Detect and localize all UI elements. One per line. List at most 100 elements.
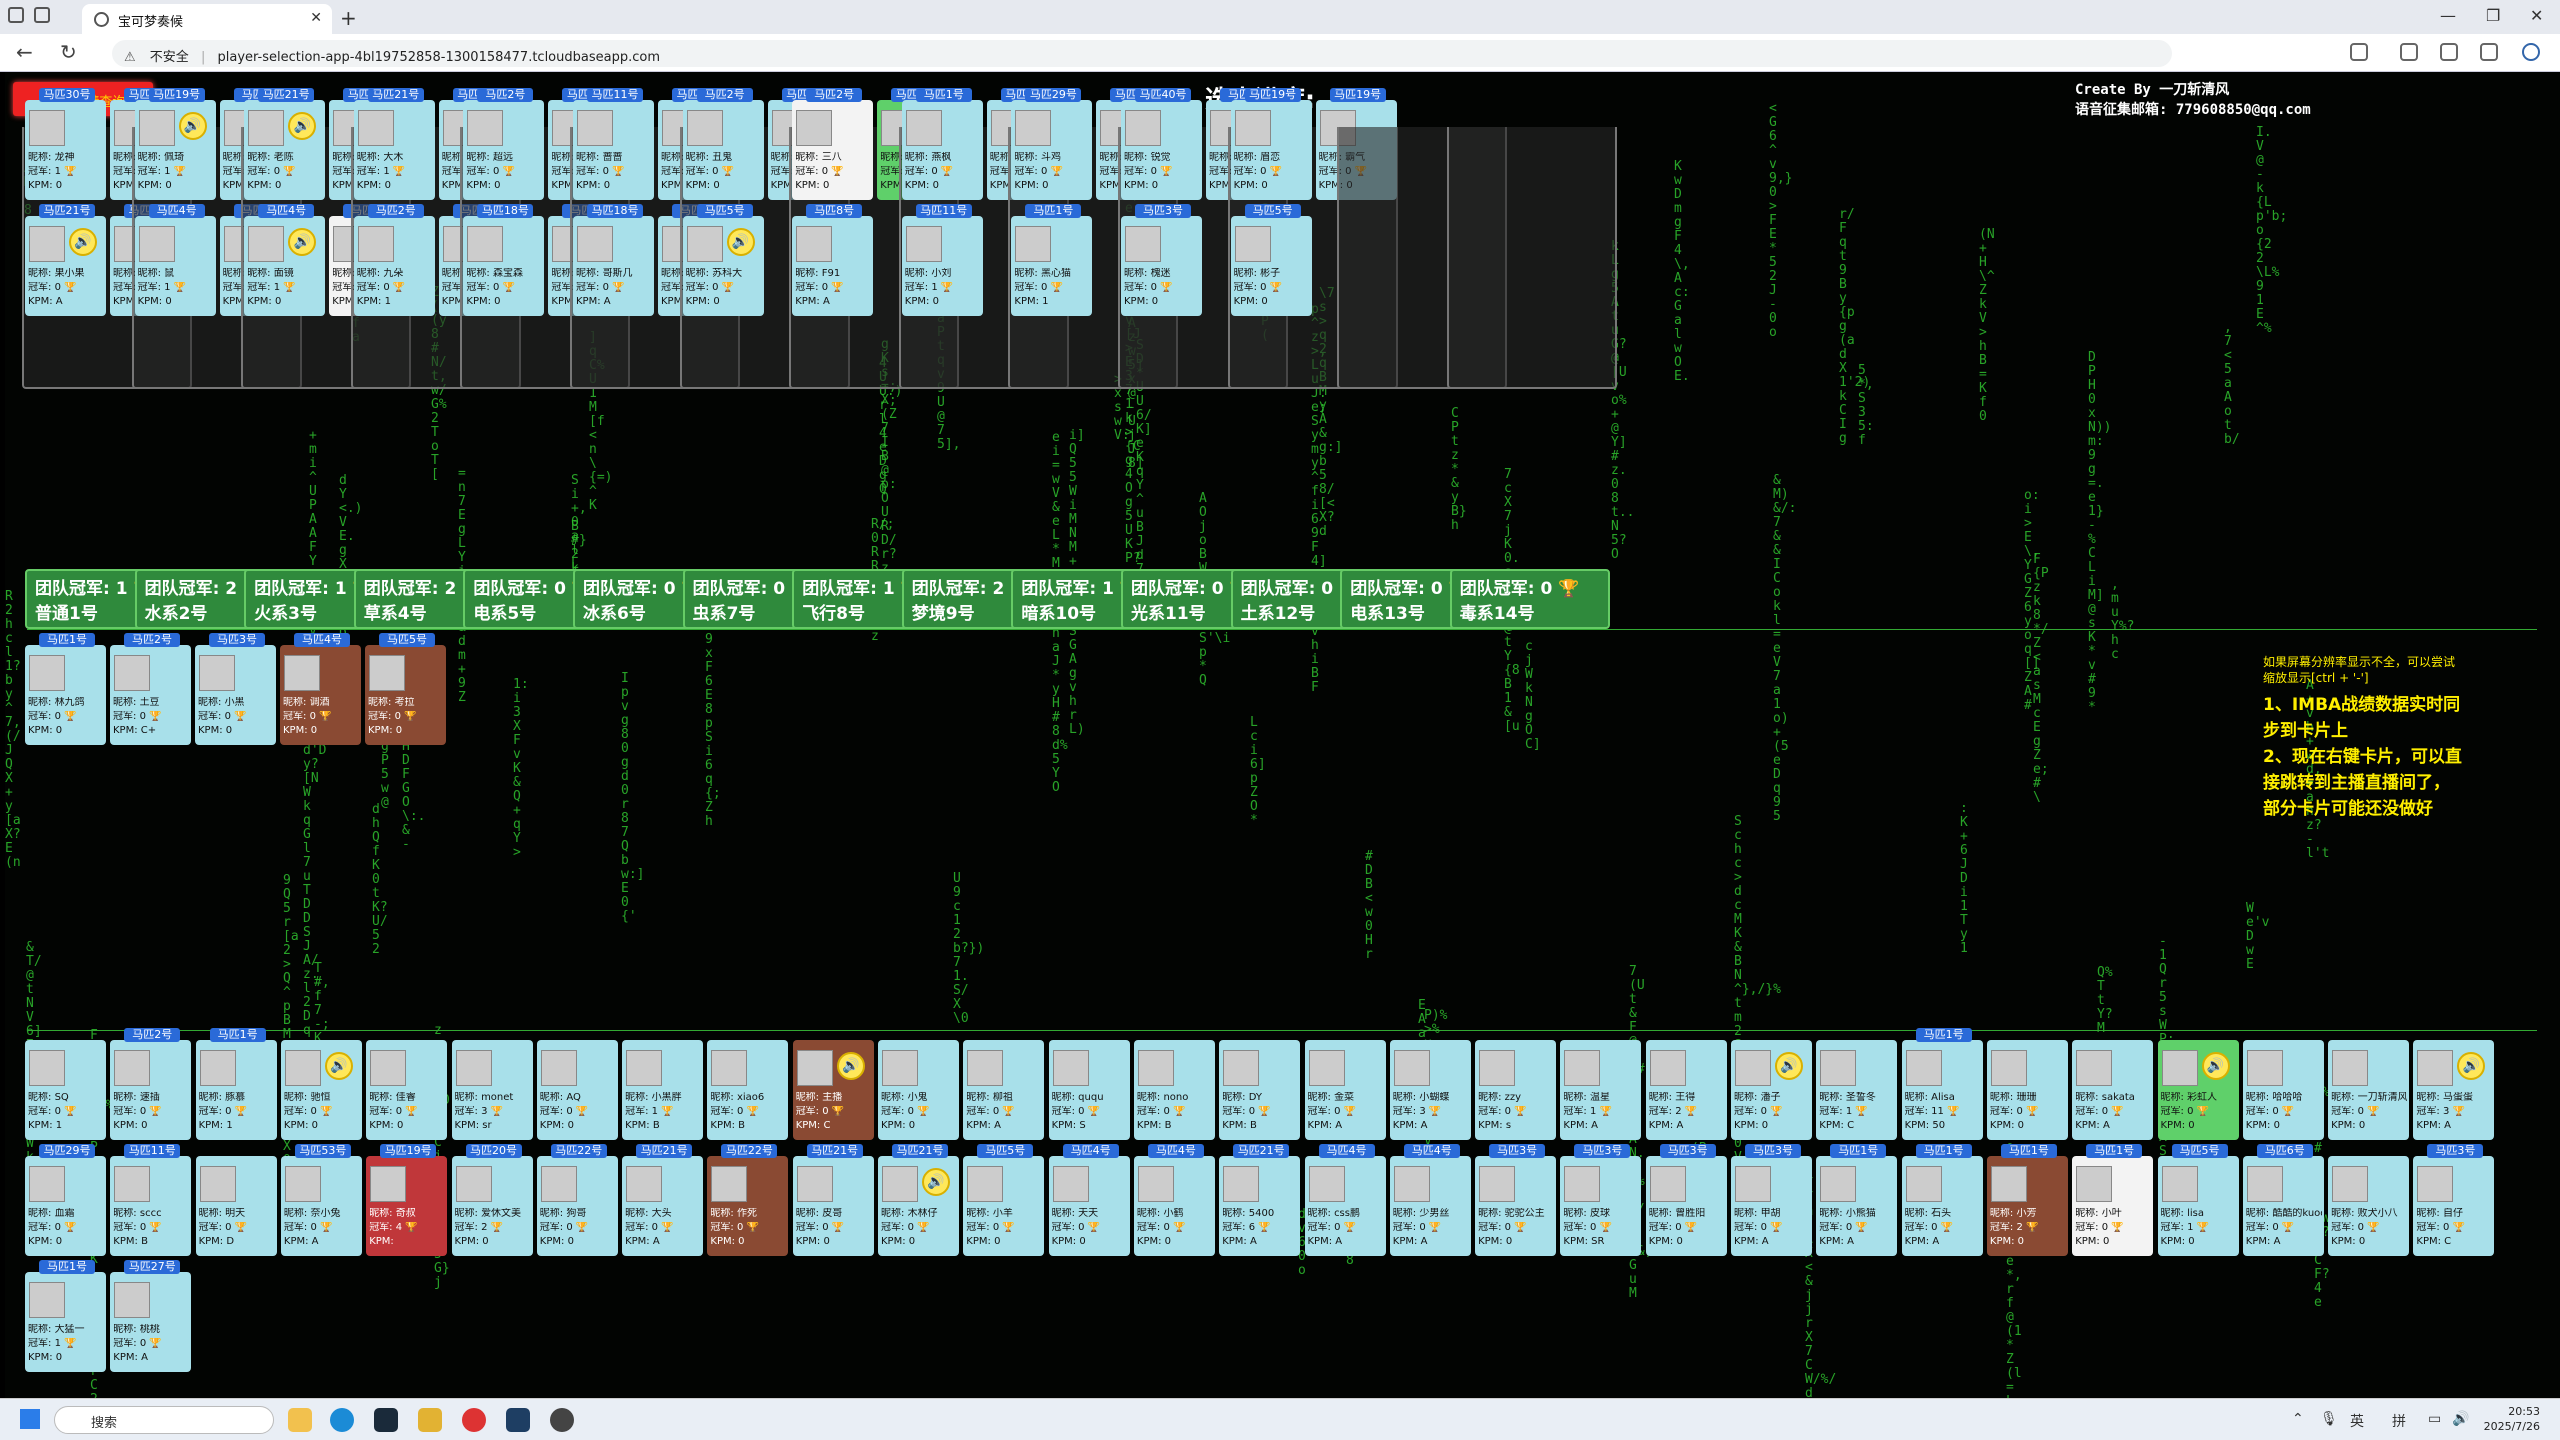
- player-card[interactable]: 马匹4号 昵称: 少男丝 冠军: 0 🏆 KPM: A: [1389, 1144, 1471, 1256]
- player-card[interactable]: 马匹21号 昵称: 皮哥 冠军: 0 🏆 KPM: 0: [792, 1144, 874, 1256]
- network-icon[interactable]: ▭: [2428, 1411, 2441, 1427]
- close-window-button[interactable]: ✕: [2530, 6, 2543, 25]
- player-card[interactable]: 昵称: 明天 冠军: 0 🏆 KPM: D: [195, 1156, 277, 1256]
- player-card[interactable]: 马匹1号 昵称: 小叶 冠军: 0 🏆 KPM: 0: [2072, 1144, 2154, 1256]
- player-card[interactable]: 马匹3号 昵称: 皮球 冠军: 0 🏆 KPM: SR: [1560, 1144, 1642, 1256]
- player-card[interactable]: 昵称: 一刀斩清风 冠军: 0 🏆 KPM: 0: [2328, 1040, 2410, 1140]
- player-card[interactable]: 马匹40号 昵称: 锐觉 冠军: 0 🏆 KPM: 0: [1121, 88, 1202, 200]
- player-card[interactable]: 昵称: AQ 冠军: 0 🏆 KPM: 0: [536, 1040, 618, 1140]
- player-card[interactable]: 马匹3号 昵称: 曾胜阳 冠军: 0 🏆 KPM: 0: [1645, 1144, 1727, 1256]
- player-card[interactable]: 马匹21号 🔊 昵称: 果小果 冠军: 0 🏆 KPM: A: [25, 204, 106, 316]
- player-card[interactable]: 🔊 昵称: 潘子 冠军: 0 🏆 KPM: 0: [1731, 1040, 1812, 1140]
- player-card[interactable]: 🔊 昵称: 彩虹人 冠军: 0 🏆 KPM: 0: [2157, 1040, 2239, 1140]
- player-card[interactable]: 马匹11号 昵称: 小刘 冠军: 1 🏆 KPM: 0: [901, 204, 983, 316]
- player-card[interactable]: 马匹21号 昵称: 大头 冠军: 0 🏆 KPM: A: [622, 1144, 704, 1256]
- player-card[interactable]: 马匹19号 昵称: 眉恋 冠军: 0 🏆 KPM: 0: [1230, 88, 1312, 200]
- star-icon[interactable]: [2350, 43, 2368, 61]
- speaker-icon[interactable]: 🔊: [288, 228, 317, 256]
- minimize-button[interactable]: —: [2440, 6, 2456, 25]
- back-icon[interactable]: ←: [16, 40, 33, 64]
- speaker-icon[interactable]: 🔊: [324, 1052, 353, 1080]
- address-bar[interactable]: ⚠ 不安全 | player-selection-app-4bl19752858…: [112, 40, 2172, 67]
- maximize-button[interactable]: ❐: [2486, 6, 2500, 25]
- player-card[interactable]: 马匹1号 昵称: 豚慕 冠军: 0 🏆 KPM: 1: [195, 1028, 277, 1140]
- player-card[interactable]: 马匹27号 昵称: 桃桃 冠军: 0 🏆 KPM: A: [110, 1260, 192, 1372]
- speaker-icon[interactable]: 🔊: [178, 112, 207, 140]
- speaker-icon[interactable]: 🔊: [288, 112, 317, 140]
- volume-icon[interactable]: 🔊: [2452, 1411, 2469, 1427]
- extensions-icon[interactable]: [2400, 43, 2418, 61]
- player-card[interactable]: 马匹4号 昵称: css鹏 冠军: 0 🏆 KPM: A: [1304, 1144, 1386, 1256]
- player-card[interactable]: 马匹29号 昵称: 血霜 冠军: 0 🏆 KPM: 0: [25, 1144, 106, 1256]
- player-card[interactable]: 马匹4号 昵称: 调酒 冠军: 0 🏆 KPM: 0: [280, 633, 361, 745]
- ime-lang[interactable]: 英: [2350, 1411, 2364, 1431]
- player-card[interactable]: 马匹21号 昵称: 大木 冠军: 1 🏆 KPM: 0: [353, 88, 435, 200]
- player-card[interactable]: 马匹1号 昵称: 石头 冠军: 0 🏆 KPM: A: [1901, 1144, 1983, 1256]
- player-card[interactable]: 马匹2号 昵称: 土豆 冠军: 0 🏆 KPM: C+: [110, 633, 191, 745]
- player-card[interactable]: 马匹21号 昵称: 5400 冠军: 6 🏆 KPM: A: [1219, 1144, 1301, 1256]
- player-card[interactable]: 马匹5号 昵称: 考拉 冠军: 0 🏆 KPM: 0: [365, 633, 446, 745]
- speaker-icon[interactable]: 🔊: [69, 228, 97, 256]
- player-card[interactable]: 马匹21号 🔊 昵称: 木林仔 冠军: 0 🏆 KPM: 0: [878, 1144, 959, 1256]
- player-card[interactable]: 马匹5号 昵称: lisa 冠军: 1 🏆 KPM: 0: [2157, 1144, 2239, 1256]
- player-card[interactable]: 马匹1号 昵称: 黑心猫 冠军: 0 🏆 KPM: 1: [1011, 204, 1093, 316]
- edge-icon[interactable]: [330, 1408, 354, 1432]
- player-card[interactable]: 马匹1号 昵称: 大猛一 冠军: 1 🏆 KPM: 0: [25, 1260, 106, 1372]
- new-tab-button[interactable]: +: [340, 6, 357, 30]
- windows-start-icon[interactable]: [20, 1409, 40, 1429]
- player-card[interactable]: 昵称: zzy 冠军: 0 🏆 KPM: s: [1475, 1040, 1557, 1140]
- player-card[interactable]: 马匹3号 昵称: 自仔 冠军: 0 🏆 KPM: C: [2413, 1144, 2495, 1256]
- player-card[interactable]: 马匹5号 昵称: 小羊 冠军: 0 🏆 KPM: 0: [963, 1144, 1045, 1256]
- player-card[interactable]: 马匹5号 🔊 昵称: 苏科大 冠军: 0 🏆 KPM: 0: [682, 204, 764, 316]
- player-card[interactable]: 🔊 昵称: 马蛋蛋 冠军: 3 🏆 KPM: A: [2413, 1040, 2495, 1140]
- ime-mode[interactable]: 拼: [2392, 1411, 2406, 1431]
- player-card[interactable]: 马匹1号 昵称: 林九鸽 冠军: 0 🏆 KPM: 0: [25, 633, 106, 745]
- player-card[interactable]: 昵称: 小蝴蝶 冠军: 3 🏆 KPM: A: [1389, 1040, 1471, 1140]
- speaker-icon[interactable]: 🔊: [836, 1052, 865, 1080]
- game-icon[interactable]: [462, 1408, 486, 1432]
- player-card[interactable]: 昵称: 小鬼 冠军: 0 🏆 KPM: 0: [878, 1040, 959, 1140]
- player-card[interactable]: 马匹3号 昵称: 甲胡 冠军: 0 🏆 KPM: A: [1731, 1144, 1812, 1256]
- player-card[interactable]: 昵称: sakata 冠军: 0 🏆 KPM: A: [2072, 1040, 2154, 1140]
- player-card[interactable]: 马匹2号 昵称: 九朵 冠军: 0 🏆 KPM: 1: [353, 204, 435, 316]
- player-card[interactable]: 昵称: xiao6 冠军: 0 🏆 KPM: B: [707, 1040, 789, 1140]
- app-icon[interactable]: [506, 1408, 530, 1432]
- profile-icon[interactable]: [8, 7, 24, 23]
- player-card[interactable]: 马匹21号 🔊 昵称: 老陈 冠军: 0 🏆 KPM: 0: [244, 88, 326, 200]
- player-card[interactable]: 昵称: 佳睿 冠军: 0 🏆 KPM: 0: [366, 1040, 448, 1140]
- menu-icon[interactable]: [2480, 43, 2498, 61]
- player-card[interactable]: 马匹20号 昵称: 爱休文美 冠军: 2 🏆 KPM: 0: [451, 1144, 533, 1256]
- speaker-icon[interactable]: 🔊: [922, 1168, 950, 1196]
- player-card[interactable]: 马匹11号 昵称: sccc 冠军: 0 🏆 KPM: B: [110, 1144, 192, 1256]
- close-tab-icon[interactable]: ✕: [310, 10, 322, 26]
- steam-icon[interactable]: [374, 1408, 398, 1432]
- favorites-icon[interactable]: [2440, 43, 2458, 61]
- tab-actions-icon[interactable]: [34, 7, 50, 23]
- file-explorer-icon[interactable]: [288, 1408, 312, 1432]
- player-card[interactable]: 马匹2号 昵称: 三八 冠军: 0 🏆 KPM: 0: [792, 88, 874, 200]
- player-card[interactable]: 马匹18号 昵称: 哥斯几 冠军: 0 🏆 KPM: A: [573, 204, 654, 316]
- reload-icon[interactable]: ↻: [60, 40, 77, 64]
- player-card[interactable]: 马匹19号 🔊 昵称: 佩琦 冠军: 1 🏆 KPM: 0: [134, 88, 216, 200]
- player-card[interactable]: 昵称: SQ 冠军: 0 🏆 KPM: 1: [25, 1040, 106, 1140]
- speaker-icon[interactable]: 🔊: [1775, 1052, 1803, 1080]
- player-card[interactable]: 马匹53号 昵称: 奈小兔 冠军: 0 🏆 KPM: A: [280, 1144, 362, 1256]
- player-card[interactable]: 马匹6号 昵称: 酷酷的kuoo 冠军: 0 🏆 KPM: A: [2242, 1144, 2324, 1256]
- player-card[interactable]: 昵称: 柳祖 冠军: 0 🏆 KPM: A: [963, 1040, 1045, 1140]
- speaker-icon[interactable]: 🔊: [2457, 1052, 2486, 1080]
- player-card[interactable]: 马匹22号 昵称: 狗哥 冠军: 0 🏆 KPM: 0: [536, 1144, 618, 1256]
- player-card[interactable]: 🔊 昵称: 驰恒 冠军: 0 🏆 KPM: 0: [280, 1040, 362, 1140]
- player-card[interactable]: 昵称: 温星 冠军: 1 🏆 KPM: A: [1560, 1040, 1642, 1140]
- player-card[interactable]: 马匹2号 昵称: 丑鬼 冠军: 0 🏆 KPM: 0: [682, 88, 764, 200]
- player-card[interactable]: 昵称: 圣誓冬 冠军: 1 🏆 KPM: C: [1816, 1040, 1898, 1140]
- player-card[interactable]: 昵称: 小黑胖 冠军: 1 🏆 KPM: B: [622, 1040, 704, 1140]
- player-card[interactable]: 马匹4号 🔊 昵称: 面镜 冠军: 1 🏆 KPM: 0: [244, 204, 326, 316]
- player-card[interactable]: 昵称: DY 冠军: 0 🏆 KPM: B: [1219, 1040, 1301, 1140]
- player-card[interactable]: 昵称: 败犬小八 冠军: 0 🏆 KPM: 0: [2328, 1156, 2410, 1256]
- player-card[interactable]: 马匹5号 昵称: 彬子 冠军: 0 🏆 KPM: 0: [1230, 204, 1312, 316]
- player-card[interactable]: 马匹4号 昵称: 小鹤 冠军: 0 🏆 KPM: 0: [1133, 1144, 1215, 1256]
- player-card[interactable]: 昵称: ququ 冠军: 0 🏆 KPM: S: [1048, 1040, 1130, 1140]
- app-icon[interactable]: [550, 1408, 574, 1432]
- player-card[interactable]: 马匹22号 昵称: 作死 冠军: 0 🏆 KPM: 0: [707, 1144, 789, 1256]
- player-card[interactable]: 马匹3号 昵称: 槐迷 冠军: 0 🏆 KPM: 0: [1121, 204, 1202, 316]
